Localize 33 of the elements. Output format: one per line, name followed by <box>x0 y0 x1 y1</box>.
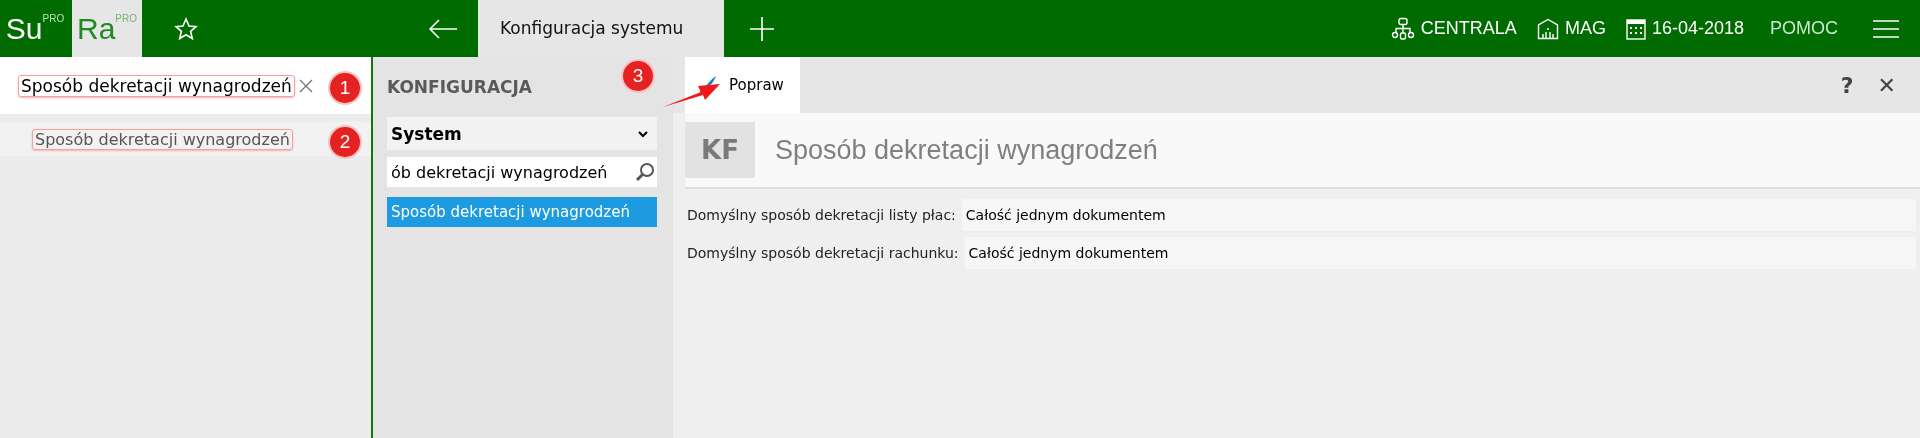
help-button[interactable]: ? <box>1840 72 1854 98</box>
tab[interactable]: Konfiguracja systemu <box>478 0 724 57</box>
panel-heading: KONFIGURACJA <box>387 77 533 99</box>
field-label: Domyślny sposób dekretacji listy płac: <box>687 207 957 223</box>
chevron-icon <box>637 129 649 138</box>
field-value[interactable]: Całość jednym dokumentem <box>961 199 1916 231</box>
menu-icon[interactable] <box>1872 18 1900 39</box>
close-icon[interactable] <box>298 78 313 93</box>
field-label: Domyślny sposób dekretacji rachunku: <box>687 245 960 261</box>
app-tile[interactable]: Su$^{PRO}$ <box>0 0 70 57</box>
annotation-badge: 1 <box>330 73 360 103</box>
system-select[interactable]: System <box>387 117 657 150</box>
help-link[interactable]: POMOC <box>1770 18 1838 39</box>
initials-avatar: KF <box>685 122 755 178</box>
status-label: 16-04-2018 <box>1651 18 1744 39</box>
network-icon <box>1390 16 1415 41</box>
back-arrow-icon[interactable] <box>428 18 458 39</box>
star-icon[interactable] <box>174 16 198 41</box>
field-value[interactable]: Całość jednym dokumentem <box>964 237 1916 269</box>
status-label: CENTRALA <box>1420 18 1517 39</box>
search-value: Sposób dekretacji wynagrodzeń <box>18 74 295 97</box>
status-label: MAG <box>1564 18 1606 39</box>
search-icon[interactable] <box>635 162 655 182</box>
plus-icon[interactable] <box>749 15 775 42</box>
calendar-icon <box>1625 17 1646 40</box>
close-button[interactable]: ✕ <box>1877 72 1896 98</box>
edit-button[interactable]: Popraw <box>685 57 800 113</box>
record-title: Sposób dekretacji wynagrodzeń <box>775 134 1158 166</box>
building-icon <box>1536 17 1559 40</box>
annotation-badge: 3 <box>623 61 653 91</box>
app-tile[interactable]: Ra$^{PRO}$ <box>72 0 142 57</box>
search-field[interactable]: ób dekretacji wynagrodzeń <box>387 157 657 187</box>
annotation-badge: 2 <box>330 127 360 157</box>
